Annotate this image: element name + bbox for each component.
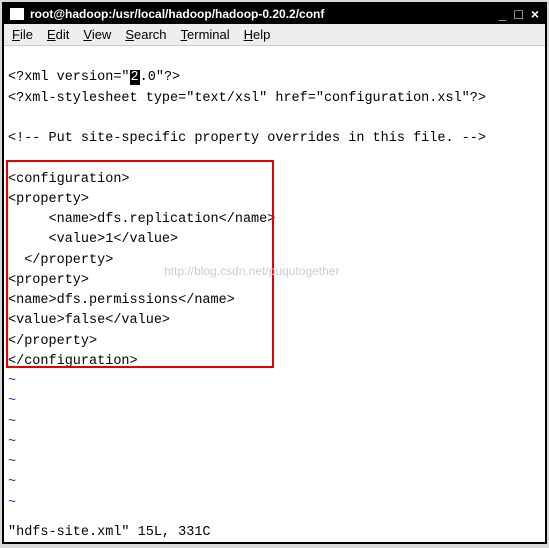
- menu-search[interactable]: Search: [125, 27, 166, 42]
- menu-file[interactable]: File: [12, 27, 33, 42]
- text: <?xml version=": [8, 70, 130, 85]
- window-title: root@hadoop:/usr/local/hadoop/hadoop-0.2…: [30, 7, 324, 21]
- titlebar: root@hadoop:/usr/local/hadoop/hadoop-0.2…: [4, 4, 545, 24]
- code-line: </property>: [8, 334, 97, 349]
- cursor: 2: [130, 70, 140, 85]
- close-button[interactable]: ×: [531, 7, 539, 21]
- code-line: <!-- Put site-specific property override…: [8, 131, 486, 146]
- minimize-button[interactable]: _: [499, 7, 507, 21]
- menu-help[interactable]: Help: [244, 27, 271, 42]
- titlebar-left: root@hadoop:/usr/local/hadoop/hadoop-0.2…: [10, 7, 324, 21]
- code-line: <name>dfs.replication</name>: [8, 212, 275, 227]
- menubar: File Edit View Search Terminal Help: [4, 24, 545, 46]
- watermark: http://blog.csdn.net/puqutogether: [164, 262, 339, 280]
- vim-tilde: ~: [8, 435, 16, 450]
- vim-tilde: ~: [8, 475, 16, 490]
- vim-tilde: ~: [8, 394, 16, 409]
- code-line: </property>: [8, 253, 113, 268]
- window-controls: _ □ ×: [499, 7, 539, 21]
- maximize-button[interactable]: □: [514, 7, 522, 21]
- code-line: <property>: [8, 192, 89, 207]
- vim-tilde: ~: [8, 496, 16, 511]
- terminal-window: root@hadoop:/usr/local/hadoop/hadoop-0.2…: [2, 2, 547, 544]
- code-line: <name>dfs.permissions</name>: [8, 293, 235, 308]
- vim-tilde: ~: [8, 374, 16, 389]
- code-line: <value>false</value>: [8, 313, 170, 328]
- vim-status-line: "hdfs-site.xml" 15L, 331C: [4, 525, 545, 542]
- code-line: <value>1</value>: [8, 232, 178, 247]
- menu-edit[interactable]: Edit: [47, 27, 69, 42]
- code-line: <configuration>: [8, 172, 130, 187]
- menu-terminal[interactable]: Terminal: [181, 27, 230, 42]
- code-line: <property>: [8, 273, 89, 288]
- code-line: <?xml-stylesheet type="text/xsl" href="c…: [8, 91, 486, 106]
- text: .0"?>: [140, 70, 181, 85]
- vim-tilde: ~: [8, 455, 16, 470]
- code-line: </configuration>: [8, 354, 138, 369]
- terminal-icon: [10, 8, 24, 20]
- menu-view[interactable]: View: [83, 27, 111, 42]
- code-line: <?xml version="2.0"?>: [8, 70, 180, 85]
- editor-area[interactable]: <?xml version="2.0"?> <?xml-stylesheet t…: [4, 46, 545, 525]
- vim-tilde: ~: [8, 415, 16, 430]
